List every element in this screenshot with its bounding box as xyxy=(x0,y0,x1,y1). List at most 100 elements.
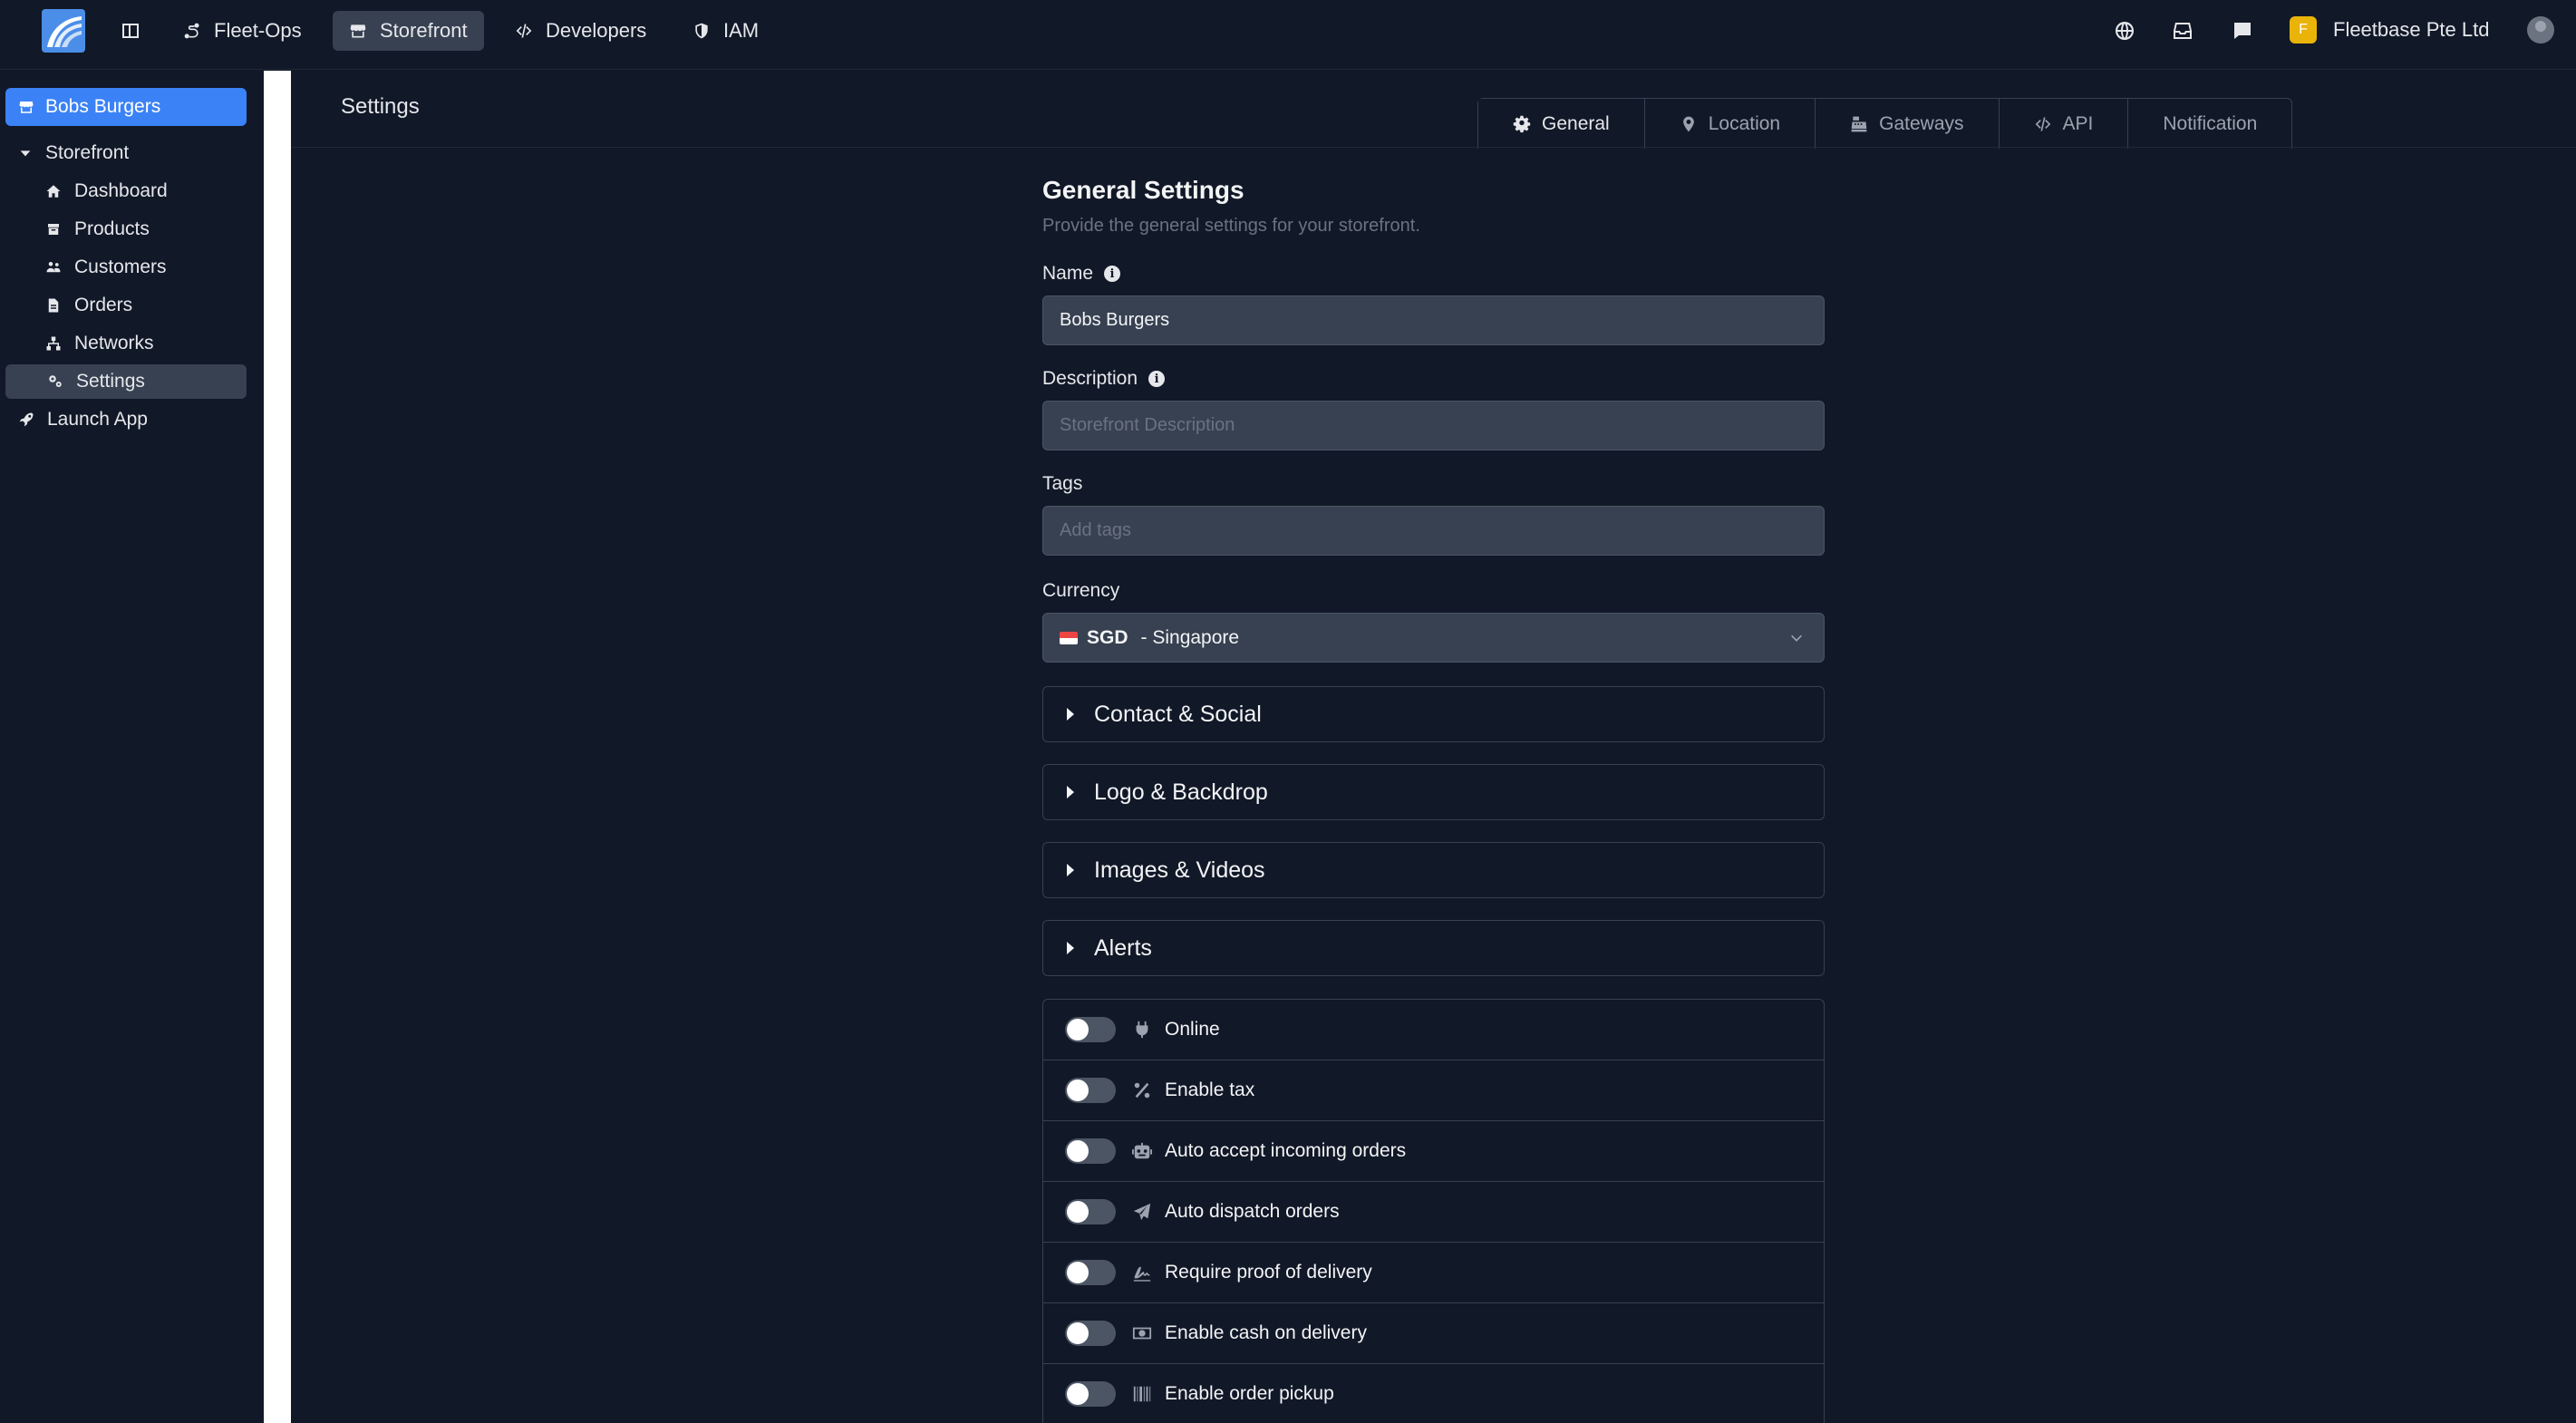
sidebar-section-storefront[interactable]: Storefront xyxy=(18,136,129,170)
cogs-icon xyxy=(49,375,62,387)
nav-label: Fleet-Ops xyxy=(214,19,302,42)
accordion-contact-social[interactable]: Contact & Social xyxy=(1042,686,1825,742)
sidebar-item-dashboard[interactable]: Dashboard xyxy=(45,174,168,208)
cash-register-icon xyxy=(1851,116,1867,131)
description-label-text: Description xyxy=(1042,368,1138,389)
toggle-label: Auto dispatch orders xyxy=(1165,1201,1340,1222)
sidebar-item-label: Settings xyxy=(76,371,145,392)
nav-storefront[interactable]: Storefront xyxy=(333,11,484,51)
sidebar-item-label: Customers xyxy=(74,257,167,277)
form-title: General Settings xyxy=(1042,176,1244,204)
tab-label: Notification xyxy=(2163,112,2258,134)
sidebar-item-customers[interactable]: Customers xyxy=(45,250,167,285)
main-content: Settings General Location Gateways API N… xyxy=(291,71,2576,1423)
header-divider xyxy=(291,147,2576,148)
sidebar-item-label: Products xyxy=(74,218,150,239)
accordion-label: Logo & Backdrop xyxy=(1094,779,1268,805)
paper-plane-icon xyxy=(1133,1203,1151,1221)
toggle-row-enable-tax: Enable tax xyxy=(1043,1060,1824,1121)
singapore-flag-icon xyxy=(1060,631,1078,644)
chat-icon[interactable] xyxy=(2230,18,2255,44)
accordion-label: Contact & Social xyxy=(1094,701,1262,727)
tags-input[interactable]: Add tags xyxy=(1042,506,1825,556)
plug-icon xyxy=(1136,1021,1148,1039)
toggle-row-online: Online xyxy=(1043,1000,1824,1060)
fleetbase-logo[interactable] xyxy=(42,9,85,53)
percent-icon xyxy=(1134,1082,1150,1099)
auto-accept-switch[interactable] xyxy=(1065,1138,1116,1164)
caret-right-icon xyxy=(1067,942,1074,954)
barcode-icon xyxy=(1133,1386,1151,1402)
cash-on-delivery-switch[interactable] xyxy=(1065,1321,1116,1346)
toggle-list: Online Enable tax Auto accept incoming o… xyxy=(1042,999,1825,1423)
inbox-icon[interactable] xyxy=(2170,18,2195,44)
currency-select[interactable]: SGD - Singapore xyxy=(1042,613,1825,663)
nav-label: Storefront xyxy=(380,19,468,42)
tab-general[interactable]: General xyxy=(1478,99,1645,149)
org-name[interactable]: Fleetbase Pte Ltd xyxy=(2333,18,2489,42)
org-avatar[interactable]: F xyxy=(2290,16,2317,44)
sidebar-item-orders[interactable]: Orders xyxy=(45,288,132,323)
sidebar-item-networks[interactable]: Networks xyxy=(45,326,154,361)
toggle-row-cash-on-delivery: Enable cash on delivery xyxy=(1043,1303,1824,1364)
home-icon xyxy=(46,185,61,198)
tab-label: Gateways xyxy=(1879,112,1964,134)
description-label: Description i xyxy=(1042,368,1166,390)
toggle-label: Auto accept incoming orders xyxy=(1165,1140,1407,1161)
tab-gateways[interactable]: Gateways xyxy=(1816,99,2000,149)
pin-icon xyxy=(1682,116,1694,131)
chevron-down-icon xyxy=(1791,634,1802,642)
store-switcher[interactable]: Bobs Burgers xyxy=(5,88,247,126)
sidebar-toggle-icon[interactable] xyxy=(118,18,143,44)
nav-fleet-ops[interactable]: Fleet-Ops xyxy=(167,11,318,51)
accordion-label: Images & Videos xyxy=(1094,857,1265,883)
order-pickup-switch[interactable] xyxy=(1065,1381,1116,1407)
description-input[interactable]: Storefront Description xyxy=(1042,401,1825,450)
sidebar-item-settings[interactable]: Settings xyxy=(5,364,247,399)
toggle-row-proof-of-delivery: Require proof of delivery xyxy=(1043,1243,1824,1303)
tab-label: Location xyxy=(1708,112,1781,134)
sidebar-item-label: Orders xyxy=(74,295,133,315)
enable-tax-switch[interactable] xyxy=(1065,1078,1116,1103)
tab-label: API xyxy=(2062,112,2094,134)
online-switch[interactable] xyxy=(1065,1017,1116,1042)
toggle-row-order-pickup: Enable order pickup xyxy=(1043,1364,1824,1423)
nav-label: IAM xyxy=(723,19,760,42)
sidebar-item-launch-app[interactable]: Launch App xyxy=(18,402,148,437)
tab-notification[interactable]: Notification xyxy=(2128,99,2291,149)
globe-icon[interactable] xyxy=(2112,18,2137,44)
accordion-images-videos[interactable]: Images & Videos xyxy=(1042,842,1825,898)
proof-of-delivery-switch[interactable] xyxy=(1065,1260,1116,1285)
user-avatar[interactable] xyxy=(2527,16,2554,44)
accordion-alerts[interactable]: Alerts xyxy=(1042,920,1825,976)
section-label: Storefront xyxy=(45,142,130,163)
name-label: Name i xyxy=(1042,263,1121,285)
rocket-icon xyxy=(19,412,34,427)
shield-icon xyxy=(695,23,708,39)
sidebar: Bobs Burgers Storefront Dashboard Produc… xyxy=(0,71,264,1423)
caret-right-icon xyxy=(1067,786,1074,799)
tab-api[interactable]: API xyxy=(2000,99,2129,149)
settings-tabs: General Location Gateways API Notificati… xyxy=(1477,98,2293,149)
nav-label: Developers xyxy=(546,19,647,42)
top-navbar: Fleet-Ops Storefront Developers IAM F Fl… xyxy=(0,0,2576,70)
route-icon xyxy=(184,23,199,39)
tab-label: General xyxy=(1542,112,1610,134)
toggle-label: Require proof of delivery xyxy=(1165,1262,1372,1283)
signature-icon xyxy=(1133,1266,1151,1282)
info-icon[interactable]: i xyxy=(1104,266,1121,282)
info-icon[interactable]: i xyxy=(1148,371,1166,387)
tab-location[interactable]: Location xyxy=(1645,99,1816,149)
gear-icon xyxy=(1513,115,1531,132)
store-icon xyxy=(350,24,366,38)
nav-developers[interactable]: Developers xyxy=(499,11,663,51)
auto-dispatch-switch[interactable] xyxy=(1065,1199,1116,1225)
sidebar-item-products[interactable]: Products xyxy=(45,212,150,247)
currency-code: SGD xyxy=(1087,626,1128,648)
file-icon xyxy=(48,298,59,313)
caret-right-icon xyxy=(1067,708,1074,721)
nav-iam[interactable]: IAM xyxy=(676,11,775,51)
accordion-logo-backdrop[interactable]: Logo & Backdrop xyxy=(1042,764,1825,820)
toggle-label: Enable order pickup xyxy=(1165,1383,1334,1404)
name-input[interactable]: Bobs Burgers xyxy=(1042,295,1825,345)
